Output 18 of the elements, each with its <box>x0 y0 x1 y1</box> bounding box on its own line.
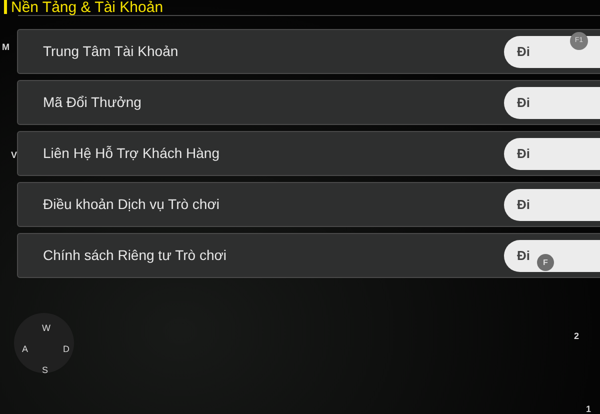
row-label: Mã Đổi Thưởng <box>43 93 142 112</box>
row-label: Chính sách Riêng tư Trò chơi <box>43 246 227 265</box>
go-button[interactable]: Đi <box>504 138 600 170</box>
accent-bar <box>4 0 7 14</box>
section-title: Nền Tảng & Tài Khoản <box>11 0 164 14</box>
key-hint: M <box>2 43 10 52</box>
row-label: Liên Hệ Hỗ Trợ Khách Hàng <box>43 144 220 163</box>
key-hint: 1 <box>586 405 592 414</box>
key-hint: D <box>63 345 70 354</box>
go-button[interactable]: Đi <box>504 86 600 118</box>
key-hint: 2 <box>574 332 580 341</box>
go-button[interactable]: Đi <box>504 188 600 220</box>
key-hint: S <box>42 366 48 375</box>
key-hint: A <box>22 345 28 354</box>
key-hint: W <box>42 324 50 333</box>
row-label: Điều khoản Dịch vụ Trò chơi <box>43 195 220 214</box>
row-label: Trung Tâm Tài Khoản <box>43 42 178 61</box>
key-hint: V <box>11 151 18 160</box>
